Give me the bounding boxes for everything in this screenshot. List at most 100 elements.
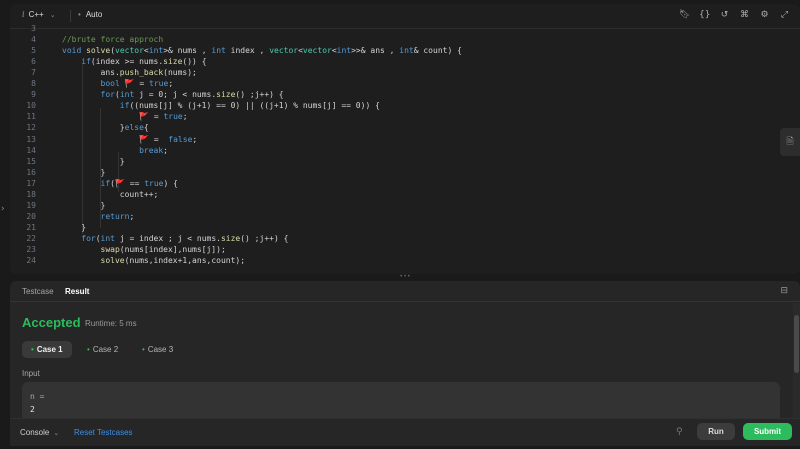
code-token: int — [119, 90, 135, 100]
code-token: if — [62, 57, 91, 67]
code-token: if — [62, 178, 111, 188]
dot-icon: • — [78, 10, 81, 19]
undo-icon[interactable]: ↺ — [719, 9, 730, 21]
code-token: count++; — [62, 189, 159, 199]
runtime-label: Runtime: 5 ms — [85, 319, 137, 328]
code-line[interactable]: 🚩 = false; — [62, 135, 197, 144]
line-number: 14 — [26, 145, 36, 155]
code-token: ) { — [163, 178, 178, 188]
code-area[interactable]: 3 4 //brute force approch 5 void solve(vecto… — [10, 24, 780, 274]
code-token: j = index ; j < nums. — [115, 233, 221, 243]
case-2-tab[interactable]: • Case 2 — [78, 341, 127, 358]
line-number: 21 — [26, 222, 36, 232]
line-number: 17 — [26, 178, 36, 188]
line-number: 20 — [26, 211, 36, 221]
line-number: 15 — [26, 156, 36, 166]
case-3-tab[interactable]: • Case 3 — [133, 341, 182, 358]
code-token: int — [336, 46, 352, 56]
code-token: size — [163, 57, 183, 67]
chevron-down-icon: ⌄ — [49, 11, 56, 19]
line-number: 18 — [26, 189, 36, 199]
code-line[interactable]: for(int j = 0; j < nums.size() ;j++) { — [62, 90, 284, 99]
flag-icon: 🚩 — [115, 178, 125, 188]
passed-dot-icon: • — [87, 345, 90, 354]
code-line[interactable]: } — [62, 200, 106, 210]
reset-testcases-link[interactable]: Reset Testcases — [74, 428, 133, 437]
code-line[interactable]: } — [62, 157, 125, 166]
line-number: 12 — [26, 123, 36, 133]
code-token: ((nums[j] % (j+1) == 0) || ((j+1) % nums… — [129, 101, 380, 111]
code-token: (nums); — [163, 68, 197, 78]
submit-button[interactable]: Submit — [743, 423, 792, 440]
code-line[interactable]: if(🚩 == true) { — [62, 179, 178, 188]
braces-icon[interactable]: {} — [699, 9, 710, 21]
code-line[interactable]: //brute force approch — [62, 35, 163, 44]
code-line[interactable]: 🚩 = true; — [62, 112, 188, 121]
code-token: >& nums , — [163, 46, 212, 56]
case-1-tab[interactable]: • Case 1 — [22, 341, 72, 358]
panel-scrollbar[interactable] — [793, 303, 800, 418]
code-line[interactable]: count++; — [62, 189, 159, 199]
passed-dot-icon: • — [142, 345, 145, 354]
code-token: true — [149, 79, 169, 89]
code-line[interactable]: break; — [62, 146, 168, 155]
code-line[interactable]: }else{ — [62, 123, 149, 132]
language-label: C++ — [28, 10, 44, 19]
code-editor[interactable]: i C++ ⌄ • Auto 🔖︎ {} ↺ ⌘ ⚙ ⤢ 3 4//brute forc… — [10, 4, 800, 274]
flag-icon: 🚩 — [139, 134, 150, 144]
expand-icon[interactable]: ⤢ — [779, 9, 790, 21]
code-line[interactable]: swap(nums[index],nums[j]); — [62, 245, 226, 254]
code-token: else — [124, 123, 144, 133]
code-token: ans. — [62, 68, 120, 78]
code-line[interactable]: return; — [62, 211, 135, 221]
command-icon[interactable]: ⌘ — [739, 9, 750, 21]
code-line[interactable]: ans.push_back(nums); — [62, 68, 197, 77]
code-token: return — [62, 211, 130, 221]
code-token: { — [143, 123, 149, 133]
scrollbar-thumb[interactable] — [794, 315, 799, 373]
settings-icon[interactable]: ⚙ — [759, 9, 770, 21]
language-selector[interactable]: i C++ ⌄ — [22, 10, 56, 19]
panel-resize-handle[interactable]: • • • — [10, 274, 800, 280]
tab-result[interactable]: Result — [65, 287, 89, 296]
code-token: int — [148, 46, 164, 56]
code-token: } — [62, 123, 125, 133]
code-line[interactable]: if(index >= nums.size()) { — [62, 57, 206, 67]
minimize-panel-icon[interactable]: ⊟ — [780, 286, 788, 296]
line-number: 13 — [26, 134, 36, 144]
debug-icon[interactable]: ⚲ — [676, 427, 683, 437]
run-button[interactable]: Run — [697, 423, 735, 440]
code-token: } — [62, 200, 106, 210]
code-token: swap — [100, 245, 120, 254]
line-number: 3 — [31, 24, 36, 33]
input-box: n = 2 — [22, 382, 780, 418]
expand-left-panel-icon[interactable]: › — [1, 204, 5, 214]
code-line[interactable]: } — [62, 168, 106, 177]
auto-mode-toggle[interactable]: • Auto — [78, 10, 102, 19]
code-line[interactable]: solve(nums,index+1,ans,count); — [62, 256, 246, 266]
code-token: break — [62, 145, 164, 155]
bookmark-icon[interactable]: 🔖︎ — [679, 9, 690, 21]
tab-testcase[interactable]: Testcase — [22, 287, 54, 296]
code-token: } — [62, 156, 125, 166]
code-token: int — [211, 46, 226, 56]
code-token: () ;j++) { — [235, 90, 284, 100]
code-line[interactable]: if((nums[j] % (j+1) == 0) || ((j+1) % nu… — [62, 101, 380, 110]
code-token: bool — [62, 79, 125, 89]
input-variable-name: n = — [30, 392, 45, 401]
code-token: (nums,index+1,ans,count); — [124, 256, 246, 266]
code-token: ; — [163, 145, 168, 155]
document-icon[interactable]: 🗎 — [780, 128, 800, 156]
console-button[interactable]: Console ⌄ — [20, 428, 59, 437]
code-token: vector — [302, 46, 332, 56]
code-line[interactable]: for(int j = index ; j < nums.size() ;j++… — [62, 234, 288, 243]
line-number: 8 — [31, 79, 36, 89]
line-number: 5 — [31, 46, 36, 56]
code-token: & count) { — [413, 46, 462, 56]
code-token: true — [144, 178, 164, 188]
code-token: //brute force approch — [62, 35, 164, 45]
code-line[interactable]: void solve(vector<int>& nums , int index… — [62, 46, 462, 55]
code-line[interactable]: } — [62, 223, 86, 232]
code-line[interactable]: bool 🚩 = true; — [62, 79, 174, 89]
